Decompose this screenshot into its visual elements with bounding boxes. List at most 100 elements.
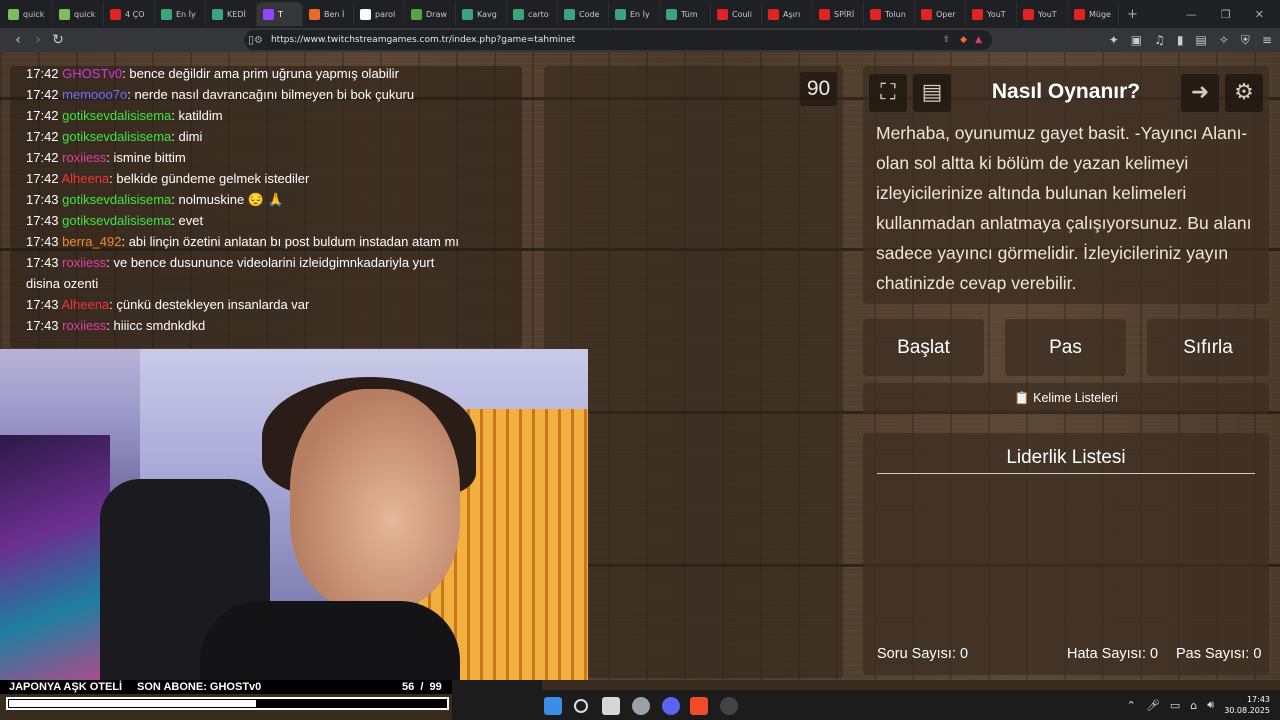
brave-icon[interactable] bbox=[690, 697, 708, 715]
display-icon[interactable]: ▭ bbox=[1170, 699, 1180, 712]
tab-favicon-icon bbox=[972, 8, 983, 20]
start-button[interactable]: Başlat bbox=[863, 319, 984, 376]
chat-username[interactable]: memooo7o bbox=[62, 87, 127, 102]
browser-tab[interactable]: En İy bbox=[155, 2, 206, 26]
task-view-icon[interactable] bbox=[602, 697, 620, 715]
chat-username[interactable]: gotiksevdalisisema bbox=[62, 192, 171, 207]
browser-tab[interactable]: quick bbox=[2, 2, 53, 26]
volume-icon[interactable]: 🔊︎ bbox=[1207, 698, 1214, 712]
minimize-icon[interactable]: — bbox=[1186, 8, 1197, 21]
reset-button[interactable]: Sıfırla bbox=[1147, 319, 1269, 376]
leo-icon[interactable]: ✧ bbox=[1219, 33, 1229, 48]
chat-message: disina ozenti bbox=[26, 273, 522, 294]
browser-toolbar: ‹ › ↻ ⚙ https://www.twitchstreamgames.co… bbox=[0, 28, 1280, 52]
leaderboard-title: Liderlik Listesi bbox=[877, 447, 1255, 474]
browser-tab[interactable]: YouT bbox=[1017, 2, 1068, 26]
wallet-icon[interactable]: ▤ bbox=[1196, 33, 1207, 48]
discord-icon[interactable] bbox=[662, 697, 680, 715]
browser-tab[interactable]: Oper bbox=[915, 2, 966, 26]
chat-username[interactable]: roxiiess bbox=[62, 318, 106, 333]
tab-label: Couli bbox=[732, 9, 752, 19]
back-icon[interactable]: ‹ bbox=[8, 32, 28, 48]
browser-tab[interactable]: Müge bbox=[1068, 2, 1119, 26]
tab-label: SPİRİ bbox=[834, 9, 855, 19]
bookmark-icon[interactable]: ▯ bbox=[248, 33, 254, 46]
maximize-icon[interactable]: ❐ bbox=[1221, 8, 1231, 21]
chat-username[interactable]: gotiksevdalisisema bbox=[62, 213, 171, 228]
chevron-up-icon[interactable]: ⌃ bbox=[1127, 699, 1136, 712]
system-tray: ⌃ 🎤︎ ▭ ⌂ 🔊︎ 17:43 30.08.2025 bbox=[1127, 694, 1270, 716]
chat-text: dimi bbox=[178, 129, 203, 144]
brave-shield-icon[interactable]: ◆ bbox=[960, 35, 967, 45]
browser-tab[interactable]: Kavg bbox=[456, 2, 507, 26]
tab-label: Ben İ bbox=[324, 9, 345, 19]
share-icon[interactable]: ⇪ bbox=[943, 35, 951, 45]
chat-username[interactable]: gotiksevdalisisema bbox=[62, 108, 171, 123]
chat-username[interactable]: berra_492 bbox=[62, 234, 121, 249]
browser-tab[interactable]: Tüm bbox=[660, 2, 711, 26]
chat-username[interactable]: Alheena bbox=[61, 297, 109, 312]
browser-tab[interactable]: Ben İ bbox=[303, 2, 354, 26]
stream-info-bar: JAPONYA AŞK OTELİ SON ABONE: GHOSTv0 56 … bbox=[0, 680, 452, 694]
chat-username[interactable]: GHOSTv0 bbox=[62, 66, 122, 81]
browser-tab[interactable]: T bbox=[257, 2, 303, 26]
tab-favicon-icon bbox=[666, 8, 677, 20]
address-bar[interactable]: ⚙ https://www.twitchstreamgames.com.tr/i… bbox=[244, 30, 992, 50]
browser-tab[interactable]: En İy bbox=[609, 2, 660, 26]
chat-username[interactable]: Alheena bbox=[61, 171, 109, 186]
browser-tab[interactable]: quick bbox=[53, 2, 104, 26]
word-lists-button[interactable]: 📋 Kelime Listeleri bbox=[863, 383, 1269, 413]
browser-tab[interactable]: carto bbox=[507, 2, 558, 26]
chat-message: 17:42 Alheena: belkide gündeme gelmek is… bbox=[26, 171, 310, 186]
browser-tab[interactable]: Couli bbox=[711, 2, 762, 26]
reload-icon[interactable]: ↻ bbox=[48, 32, 68, 48]
pass-button[interactable]: Pas bbox=[1005, 319, 1126, 376]
tab-favicon-icon bbox=[819, 8, 830, 20]
clock[interactable]: 17:43 30.08.2025 bbox=[1224, 694, 1270, 716]
chat-username[interactable]: roxiiess bbox=[62, 255, 106, 270]
chat-timestamp: 17:43 bbox=[26, 255, 59, 270]
browser-tab[interactable]: Code bbox=[558, 2, 609, 26]
chat-username[interactable]: roxiiess bbox=[62, 150, 106, 165]
new-tab-button[interactable]: + bbox=[1127, 7, 1138, 22]
microphone-icon[interactable]: 🎤︎ bbox=[1146, 699, 1160, 712]
chat-text: nerde nasıl davrancağını bilmeyen bi bok… bbox=[134, 87, 415, 102]
start-icon[interactable] bbox=[544, 697, 562, 715]
site-info-icon[interactable]: ⚙ bbox=[254, 35, 263, 46]
browser-tab[interactable]: Draw bbox=[405, 2, 456, 26]
search-icon[interactable] bbox=[574, 699, 588, 713]
vpn-icon[interactable]: ⛨ bbox=[1241, 33, 1250, 48]
extensions-icon[interactable]: ✦ bbox=[1109, 33, 1119, 48]
app-icon[interactable] bbox=[720, 697, 738, 715]
tab-label: 4 ÇO bbox=[125, 9, 145, 19]
tab-favicon-icon bbox=[161, 8, 172, 20]
media-icon[interactable]: ♫ bbox=[1154, 33, 1165, 48]
sidebar-icon[interactable]: ▮ bbox=[1177, 33, 1184, 48]
forward-icon[interactable]: › bbox=[28, 32, 48, 48]
browser-tab[interactable]: Aşırı bbox=[762, 2, 813, 26]
tab-label: carto bbox=[528, 9, 549, 19]
chatgpt-icon[interactable] bbox=[632, 697, 650, 715]
brave-rewards-icon[interactable]: ▲ bbox=[975, 35, 982, 45]
browser-tab[interactable]: YouT bbox=[966, 2, 1017, 26]
tab-label: Kavg bbox=[477, 9, 497, 19]
tab-favicon-icon bbox=[110, 8, 121, 20]
screenshot-icon[interactable]: ▣ bbox=[1131, 33, 1142, 48]
browser-tab[interactable]: parol bbox=[354, 2, 405, 26]
browser-tab[interactable]: SPİRİ bbox=[813, 2, 864, 26]
browser-tab[interactable]: 4 ÇO bbox=[104, 2, 155, 26]
browser-tab[interactable]: Tolun bbox=[864, 2, 915, 26]
browser-tab[interactable]: KEDİ bbox=[206, 2, 257, 26]
network-icon[interactable]: ⌂ bbox=[1190, 699, 1197, 712]
close-icon[interactable]: ✕ bbox=[1255, 8, 1264, 21]
tab-favicon-icon bbox=[564, 8, 575, 20]
chat-timestamp: 17:42 bbox=[26, 66, 59, 81]
chat-message: 17:42 memooo7o: nerde nasıl davrancağını… bbox=[26, 87, 415, 102]
tab-favicon-icon bbox=[411, 8, 422, 20]
tab-favicon-icon bbox=[921, 8, 932, 20]
url-text: https://www.twitchstreamgames.com.tr/ind… bbox=[270, 35, 576, 45]
tab-favicon-icon bbox=[309, 8, 320, 20]
chat-username[interactable]: gotiksevdalisisema bbox=[62, 129, 171, 144]
menu-icon[interactable]: ≡ bbox=[1262, 33, 1272, 48]
chat-message: 17:43 gotiksevdalisisema: evet bbox=[26, 213, 204, 228]
